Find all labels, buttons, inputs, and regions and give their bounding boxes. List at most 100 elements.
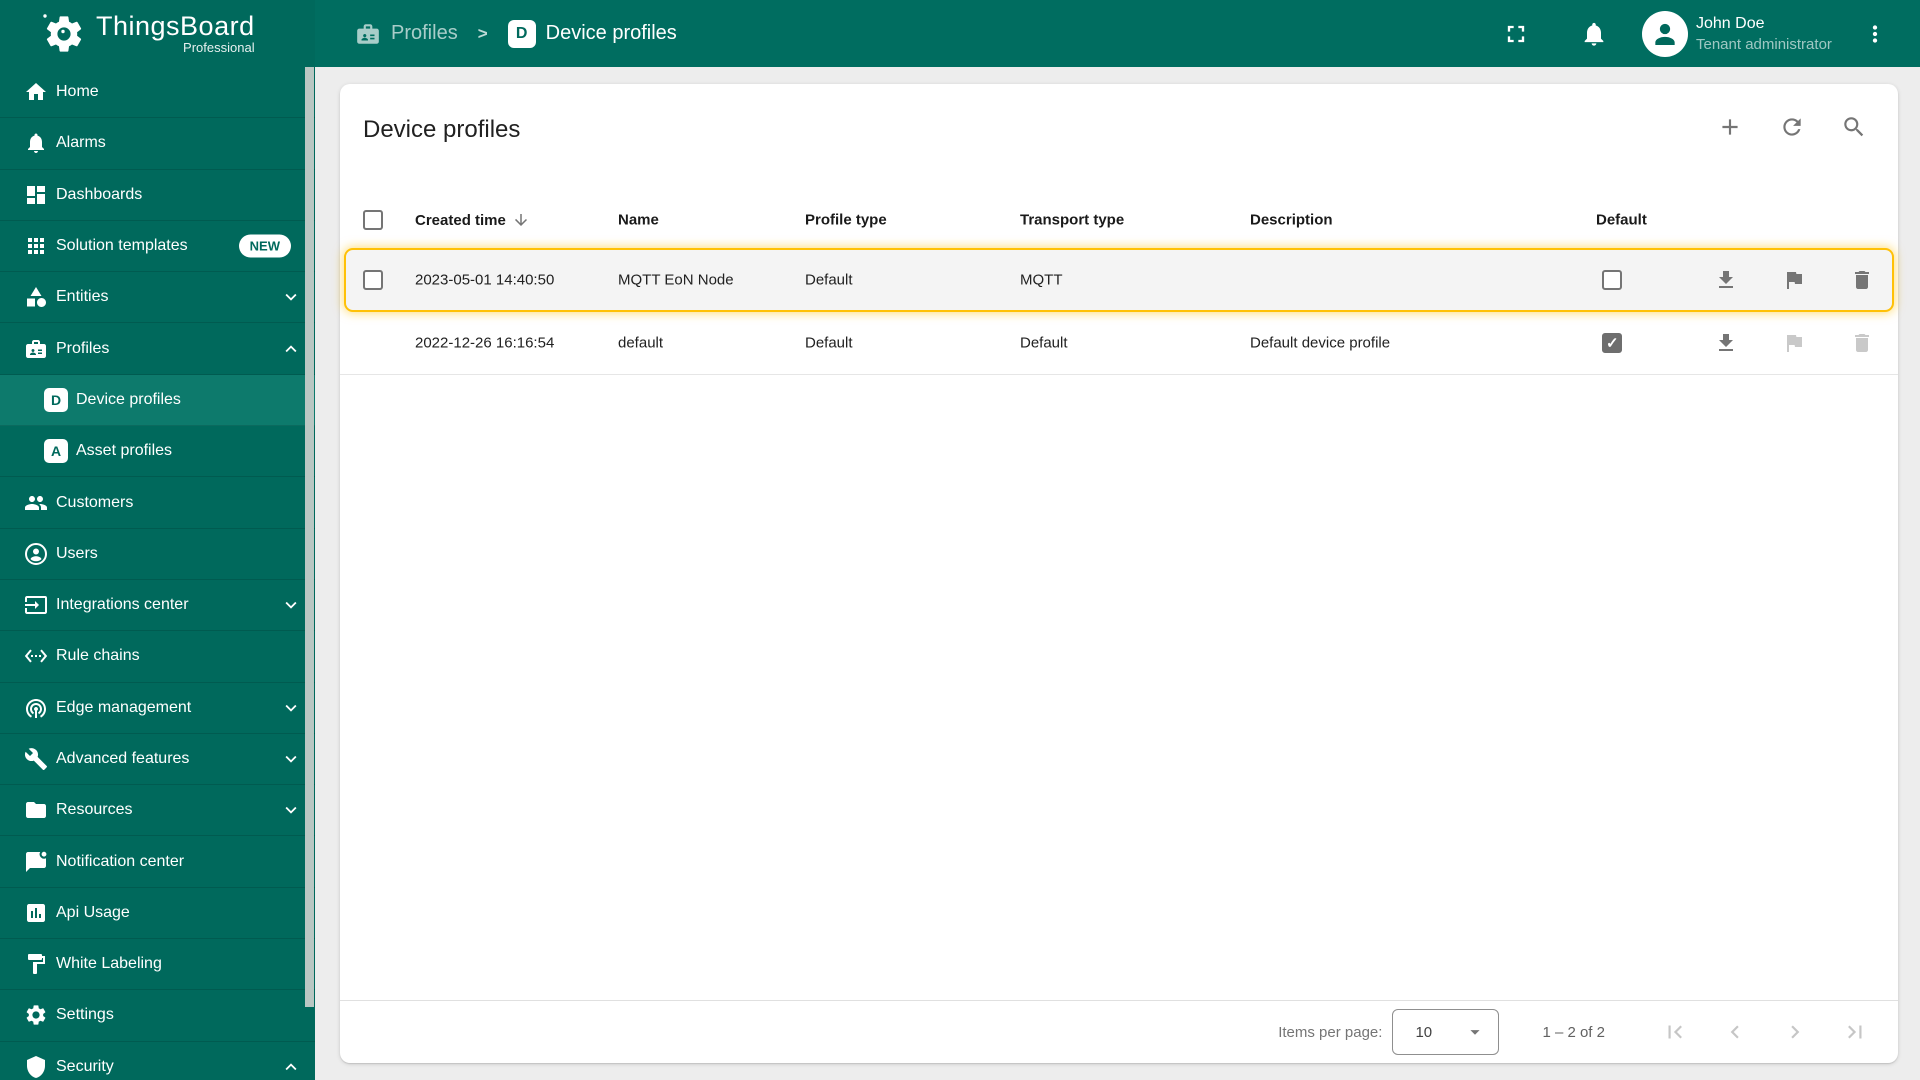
page-title: Device profiles (363, 116, 521, 143)
chevron-down-icon (280, 799, 302, 821)
last-page-icon[interactable] (1842, 1019, 1868, 1045)
sidebar-item-label: Edge management (56, 698, 192, 716)
bell-icon (24, 131, 48, 155)
first-page-icon[interactable] (1662, 1019, 1688, 1045)
cell-profile-type: Default (805, 271, 853, 289)
user-info[interactable]: John Doe Tenant administrator (1696, 15, 1838, 53)
sidebar-item-entities[interactable]: Entities (0, 272, 315, 324)
sidebar-item-white-labeling[interactable]: White Labeling (0, 939, 315, 991)
table-header-row: Created time Name Profile type Transport… (340, 193, 1898, 247)
sidebar-item-edge-management[interactable]: Edge management (0, 683, 315, 734)
chevron-down-icon (280, 286, 302, 308)
row-checkbox[interactable] (363, 270, 383, 290)
message-dot-icon (24, 850, 48, 874)
download-icon[interactable] (1714, 331, 1738, 355)
sidebar-item-dashboards[interactable]: Dashboards (0, 170, 315, 221)
sidebar-item-label: Users (56, 544, 98, 562)
column-header-description[interactable]: Description (1250, 212, 1570, 229)
logo-subtitle: Professional (183, 40, 255, 55)
sidebar-item-customers[interactable]: Customers (0, 477, 315, 529)
next-page-icon[interactable] (1782, 1019, 1808, 1045)
sidebar-item-advanced-features[interactable]: Advanced features (0, 734, 315, 786)
card-toolbar (1717, 114, 1867, 140)
download-icon[interactable] (1714, 268, 1738, 292)
column-header-created-time[interactable]: Created time (415, 211, 530, 229)
column-header-default[interactable]: Default (1596, 212, 1647, 229)
page-range-label: 1 – 2 of 2 (1542, 1023, 1605, 1041)
sidebar-item-api-usage[interactable]: Api Usage (0, 888, 315, 940)
chevron-down-icon (280, 697, 302, 719)
column-header-name[interactable]: Name (618, 212, 659, 229)
items-per-page-value: 10 (1415, 1023, 1433, 1041)
sidebar-item-users[interactable]: Users (0, 529, 315, 580)
sidebar-item-label: Profiles (56, 339, 110, 357)
sidebar-item-label: Dashboards (56, 185, 143, 203)
column-header-transport-type[interactable]: Transport type (1020, 212, 1124, 229)
breadcrumb-separator: > (477, 23, 488, 43)
sidebar-item-label: Integrations center (56, 596, 189, 614)
breadcrumb-current-label: Device profiles (545, 22, 677, 44)
default-checkbox[interactable] (1602, 333, 1622, 353)
sidebar-item-resources[interactable]: Resources (0, 785, 315, 837)
badge-icon (355, 21, 381, 47)
sidebar-item-alarms[interactable]: Alarms (0, 118, 315, 170)
user-person-icon (1645, 14, 1685, 54)
more-vert-icon[interactable] (1862, 21, 1888, 47)
sidebar-item-label: Entities (56, 288, 109, 306)
notifications-bell-icon[interactable] (1580, 20, 1608, 48)
logo[interactable]: ThingsBoard Professional (0, 0, 315, 67)
add-icon[interactable] (1717, 114, 1743, 140)
cell-name: default (618, 334, 664, 352)
default-checkbox[interactable] (1602, 270, 1622, 290)
sidebar-item-device-profiles[interactable]: D Device profiles (0, 374, 315, 427)
sidebar-item-integrations-center[interactable]: Integrations center (0, 580, 315, 632)
people-icon (24, 491, 48, 515)
table-row[interactable]: 2022-12-26 16:16:54 default Default Defa… (340, 312, 1898, 375)
sidebar-item-solution-templates[interactable]: Solution templates NEW (0, 221, 315, 273)
fullscreen-icon[interactable] (1502, 20, 1530, 48)
sidebar-scrollbar[interactable] (305, 67, 314, 1007)
breadcrumb-profiles[interactable]: Profiles (355, 21, 458, 47)
breadcrumb-device-profiles[interactable]: D Device profiles (507, 19, 677, 48)
table-row[interactable]: 2023-05-01 14:40:50 MQTT EoN Node Defaul… (344, 248, 1894, 312)
sidebar-item-notification-center[interactable]: Notification center (0, 836, 315, 888)
previous-page-icon[interactable] (1722, 1019, 1748, 1045)
search-icon[interactable] (1841, 114, 1867, 140)
paginator: Items per page: 10 1 – 2 of 2 (340, 1000, 1898, 1063)
device-profiles-card: Device profiles Created time Name Profil… (340, 84, 1898, 1063)
sidebar-item-settings[interactable]: Settings (0, 990, 315, 1042)
wrench-icon (24, 747, 48, 771)
top-bar: ThingsBoard Professional Profiles > D De… (0, 0, 1920, 67)
paginator-nav (1662, 1019, 1868, 1045)
cell-transport-type: Default (1020, 334, 1068, 352)
sidebar-item-label: Settings (56, 1006, 114, 1024)
delete-icon[interactable] (1850, 331, 1874, 355)
sidebar-item-label: Rule chains (56, 647, 140, 665)
folder-icon (24, 798, 48, 822)
column-header-profile-type[interactable]: Profile type (805, 212, 887, 229)
sidebar-item-rule-chains[interactable]: Rule chains (0, 631, 315, 683)
sidebar-item-home[interactable]: Home (0, 67, 315, 119)
chart-icon (24, 901, 48, 925)
logo-title: ThingsBoard (96, 11, 255, 41)
rule-chain-icon (24, 644, 48, 668)
cell-transport-type: MQTT (1020, 271, 1063, 289)
sidebar-item-label: Security (56, 1057, 114, 1075)
chevron-up-icon (280, 1056, 302, 1078)
sidebar-item-asset-profiles[interactable]: A Asset profiles (0, 426, 315, 478)
items-per-page-select[interactable]: 10 (1392, 1009, 1500, 1055)
select-all-checkbox[interactable] (363, 210, 383, 230)
avatar[interactable] (1642, 10, 1688, 57)
cell-profile-type: Default (805, 334, 853, 352)
sidebar-item-label: Home (56, 83, 99, 101)
sidebar-item-security[interactable]: Security (0, 1042, 315, 1080)
badge-icon (24, 337, 48, 361)
antenna-icon (24, 696, 48, 720)
cell-created-time: 2022-12-26 16:16:54 (415, 334, 555, 352)
refresh-icon[interactable] (1779, 114, 1805, 140)
flag-icon[interactable] (1782, 331, 1806, 355)
delete-icon[interactable] (1850, 268, 1874, 292)
sidebar-item-profiles[interactable]: Profiles (0, 323, 315, 375)
items-per-page-label: Items per page: (1278, 1023, 1383, 1041)
flag-icon[interactable] (1782, 268, 1806, 292)
